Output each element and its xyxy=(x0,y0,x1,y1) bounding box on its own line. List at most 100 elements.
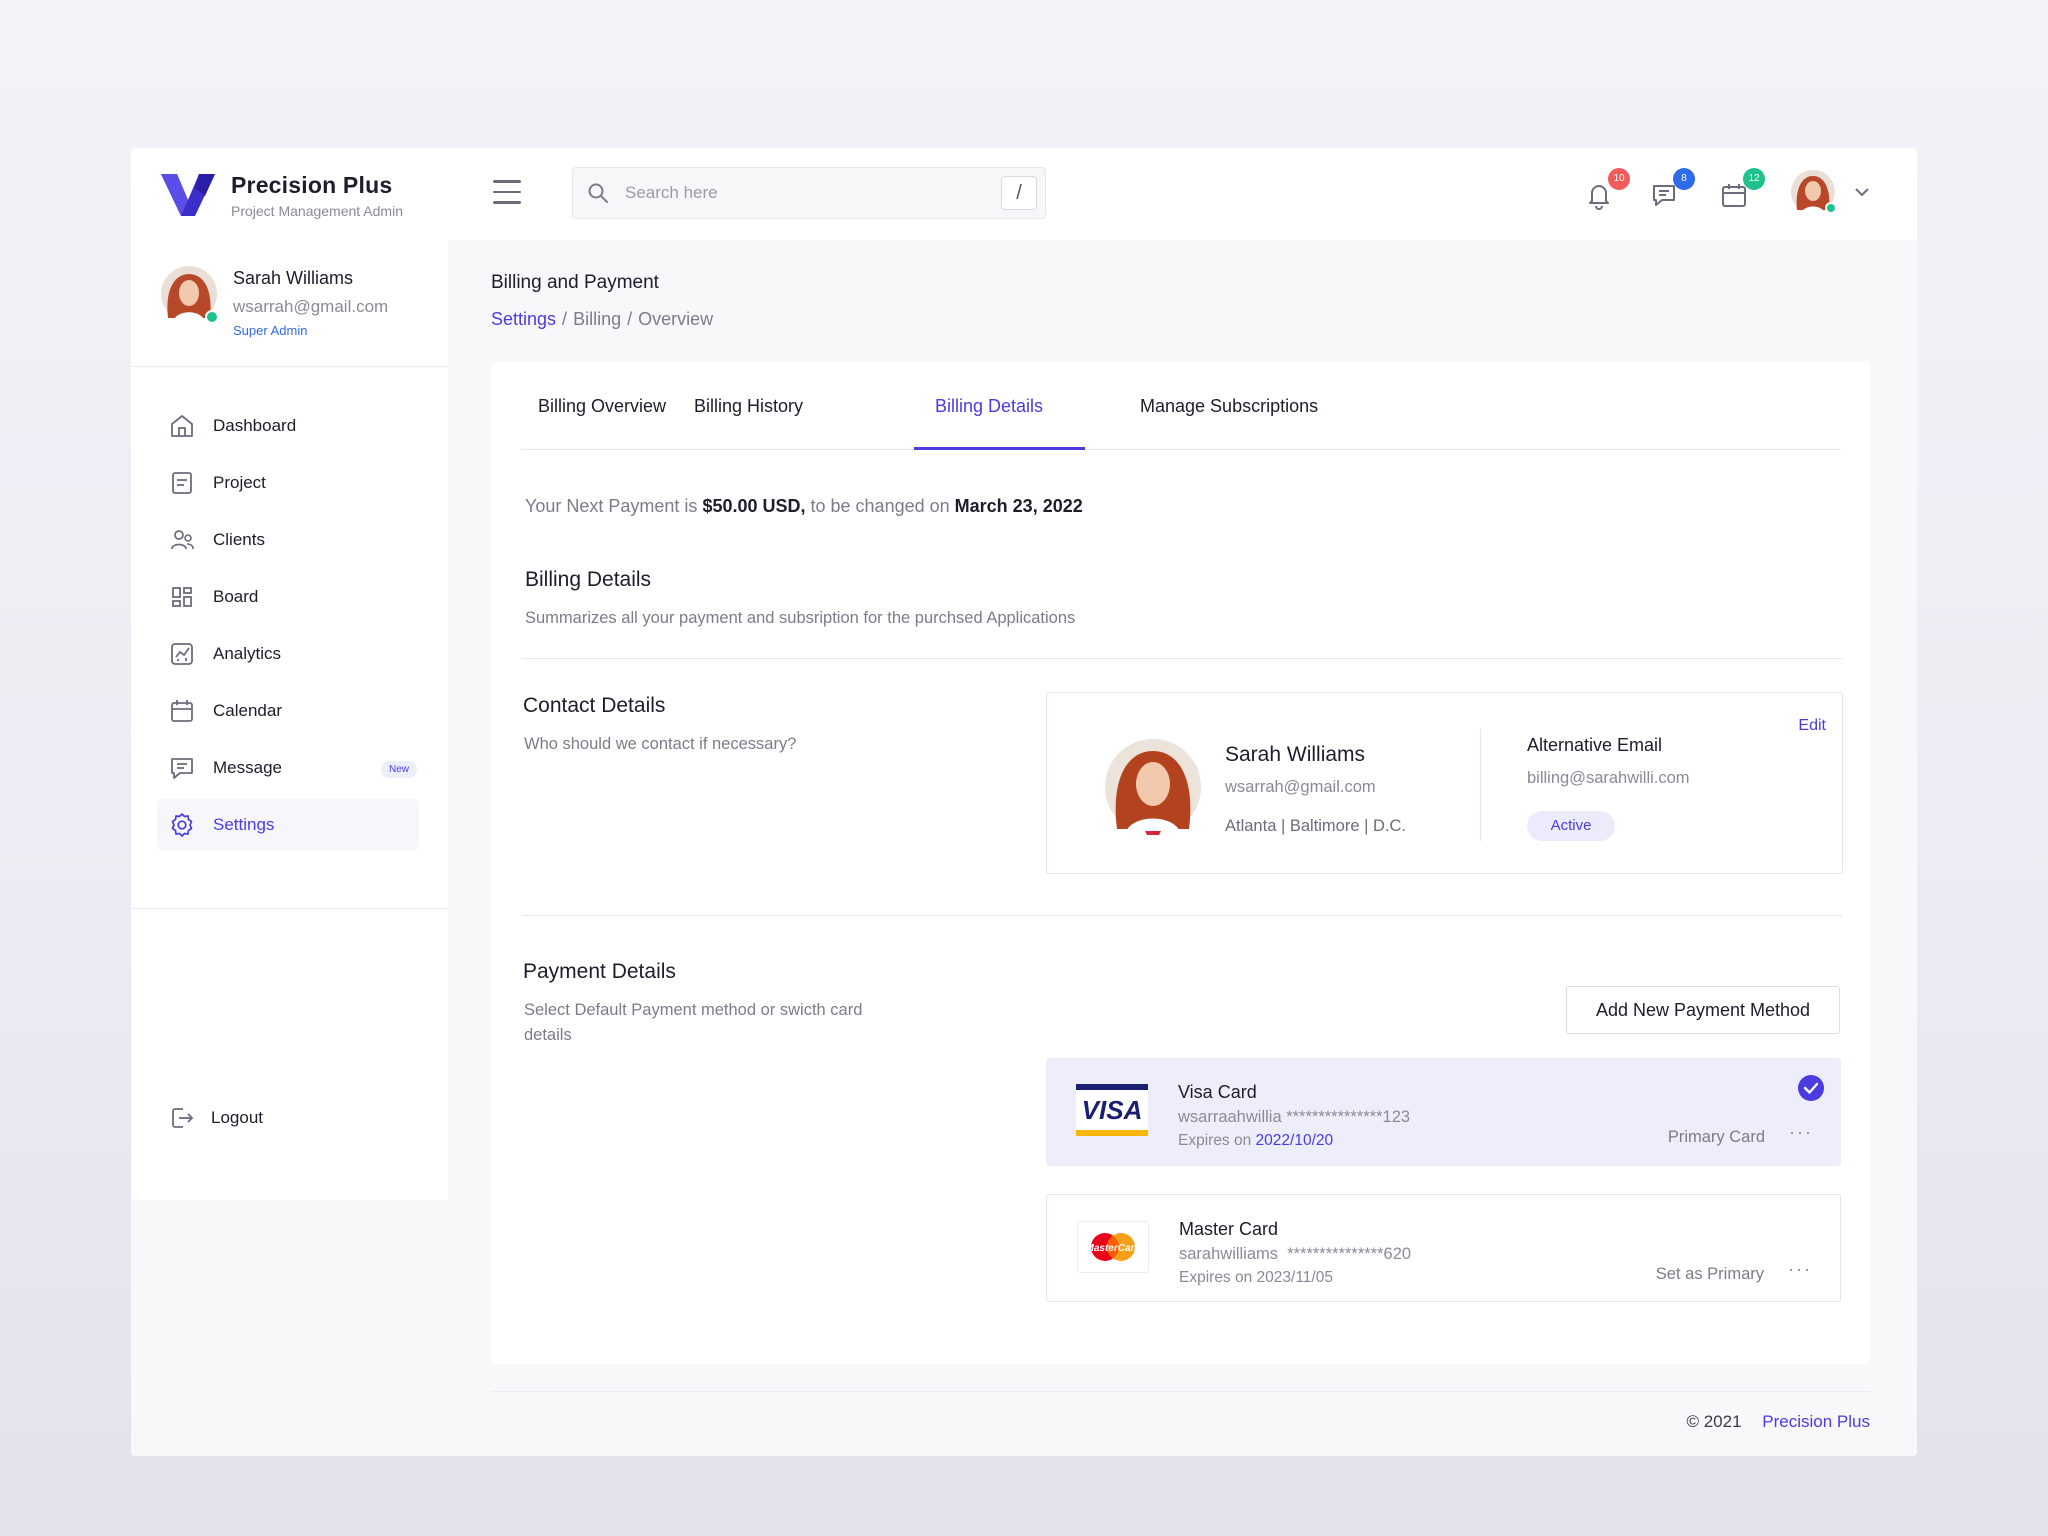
tab-manage-subscriptions[interactable]: Manage Subscriptions xyxy=(1140,396,1318,417)
sidebar-item-settings[interactable]: Settings xyxy=(157,799,419,851)
sidebar-profile[interactable]: Sarah Williams wsarrah@gmail.com Super A… xyxy=(161,266,388,338)
set-as-primary-link[interactable]: Set as Primary xyxy=(1656,1265,1764,1284)
sidebar-item-label: Settings xyxy=(213,815,275,834)
payment-card-mastercard[interactable]: MasterCard Master Card sarahwilliams ***… xyxy=(1046,1194,1841,1302)
app-window: Precision Plus Project Management Admin … xyxy=(131,148,1917,1456)
edit-contact-link[interactable]: Edit xyxy=(1798,717,1826,735)
sidebar-item-message[interactable]: Message New xyxy=(157,742,419,794)
payment-card-visa[interactable]: VISA Visa Card wsarraahwillia **********… xyxy=(1046,1058,1841,1166)
billing-tabs: Billing Overview Billing History Billing… xyxy=(521,362,1841,450)
hamburger-line xyxy=(493,201,521,204)
hamburger-line xyxy=(493,190,521,193)
sidebar-item-analytics[interactable]: Analytics xyxy=(157,628,419,680)
add-payment-method-button[interactable]: Add New Payment Method xyxy=(1566,986,1840,1034)
avatar xyxy=(161,266,219,324)
top-header: Precision Plus Project Management Admin … xyxy=(131,148,1917,240)
notifications-badge: 10 xyxy=(1608,168,1630,190)
divider xyxy=(131,908,448,909)
sidebar-nav: Dashboard Project Clients Board Analytic… xyxy=(157,400,419,856)
next-payment-amount: $50.00 USD, xyxy=(702,496,806,516)
contact-avatar xyxy=(1105,739,1201,835)
active-tab-indicator xyxy=(914,447,1085,450)
search-icon xyxy=(588,183,608,203)
search-bar: / xyxy=(572,167,1046,219)
sidebar-item-calendar[interactable]: Calendar xyxy=(157,685,419,737)
breadcrumb-separator: / xyxy=(562,309,568,329)
calendar-button[interactable]: 12 xyxy=(1719,168,1765,210)
sidebar-item-label: Clients xyxy=(213,530,265,549)
breadcrumb-billing[interactable]: Billing xyxy=(573,309,621,329)
logout-icon xyxy=(172,1108,194,1128)
logout-button[interactable]: Logout xyxy=(169,1105,263,1131)
tab-billing-overview[interactable]: Billing Overview xyxy=(538,396,666,417)
users-icon xyxy=(171,530,194,550)
alternative-email-title: Alternative Email xyxy=(1527,735,1663,755)
more-options-icon[interactable]: ··· xyxy=(1789,1122,1813,1143)
contact-email: wsarrah@gmail.com xyxy=(1225,778,1376,796)
divider xyxy=(522,658,1842,659)
card-expiry: Expires on 2023/11/05 xyxy=(1179,1269,1333,1287)
contact-name: Sarah Williams xyxy=(1225,743,1366,766)
more-options-icon[interactable]: ··· xyxy=(1788,1259,1812,1280)
card-expiry-label: Expires on xyxy=(1179,1269,1253,1286)
tab-billing-details[interactable]: Billing Details xyxy=(935,396,1043,417)
payment-details-description: Select Default Payment method or swicth … xyxy=(524,998,862,1048)
sidebar-item-label: Board xyxy=(213,587,259,606)
tab-billing-history[interactable]: Billing History xyxy=(694,396,803,417)
sidebar-item-label: Calendar xyxy=(213,701,282,720)
card-expiry-date: 2023/11/05 xyxy=(1256,1269,1333,1286)
menu-toggle-button[interactable] xyxy=(493,180,521,206)
online-status-dot xyxy=(205,310,219,324)
contact-location: Atlanta | Baltimore | D.C. xyxy=(1225,817,1406,835)
svg-text:VISA: VISA xyxy=(1082,1095,1143,1125)
divider xyxy=(522,915,1842,916)
card-name: Master Card xyxy=(1179,1219,1279,1239)
card-masked-number: ***************123 xyxy=(1286,1108,1411,1126)
breadcrumb-settings-link[interactable]: Settings xyxy=(491,309,556,329)
calendar-badge: 12 xyxy=(1743,168,1765,190)
next-payment-prefix: Your Next Payment is xyxy=(525,496,698,516)
chart-icon xyxy=(171,643,193,665)
breadcrumb: Settings / Billing / Overview xyxy=(491,309,713,330)
contact-card: Sarah Williams wsarrah@gmail.com Atlanta… xyxy=(1046,692,1843,874)
new-badge: New xyxy=(380,761,417,778)
alternative-email-value: billing@sarahwilli.com xyxy=(1527,769,1690,787)
profile-email: wsarrah@gmail.com xyxy=(233,297,389,316)
billing-details-description: Summarizes all your payment and subsript… xyxy=(525,609,1076,627)
notifications-button[interactable]: 10 xyxy=(1584,168,1630,210)
search-shortcut-key: / xyxy=(1001,176,1037,210)
footer-divider xyxy=(491,1391,1870,1392)
divider xyxy=(131,366,448,367)
chevron-down-icon[interactable] xyxy=(1853,185,1871,199)
sidebar: Sarah Williams wsarrah@gmail.com Super A… xyxy=(131,240,448,1200)
sidebar-item-board[interactable]: Board xyxy=(157,571,419,623)
brand[interactable]: Precision Plus Project Management Admin xyxy=(159,170,403,220)
sidebar-item-label: Message xyxy=(213,758,282,777)
breadcrumb-overview: Overview xyxy=(638,309,714,329)
messages-badge: 8 xyxy=(1673,168,1695,190)
card-number: wsarraahwillia ***************123 xyxy=(1178,1108,1410,1127)
billing-card: Billing Overview Billing History Billing… xyxy=(491,362,1870,1364)
divider xyxy=(1480,729,1481,841)
card-holder: wsarraahwillia xyxy=(1178,1108,1282,1126)
messages-button[interactable]: 8 xyxy=(1649,168,1695,210)
card-masked-number: ***************620 xyxy=(1287,1245,1412,1263)
payment-details-description-line: Select Default Payment method or swicth … xyxy=(524,1001,863,1019)
billing-details-title: Billing Details xyxy=(525,568,652,591)
header-avatar[interactable] xyxy=(1791,170,1837,214)
sidebar-item-clients[interactable]: Clients xyxy=(157,514,419,566)
payment-details-description-line: details xyxy=(524,1026,572,1044)
page-title: Billing and Payment xyxy=(491,272,659,293)
search-input[interactable] xyxy=(625,183,985,203)
footer-brand-link[interactable]: Precision Plus xyxy=(1762,1412,1870,1431)
card-expiry-label: Expires on xyxy=(1178,1132,1252,1149)
online-status-dot xyxy=(1825,202,1837,214)
sidebar-item-project[interactable]: Project xyxy=(157,457,419,509)
primary-card-label: Primary Card xyxy=(1667,1128,1765,1146)
card-holder: sarahwilliams xyxy=(1179,1245,1279,1263)
hamburger-icon xyxy=(493,180,521,183)
sidebar-item-dashboard[interactable]: Dashboard xyxy=(157,400,419,452)
check-circle-icon[interactable] xyxy=(1797,1074,1825,1102)
next-payment-text: Your Next Payment is $50.00 USD, to be c… xyxy=(525,496,1083,517)
gear-icon xyxy=(171,813,193,837)
